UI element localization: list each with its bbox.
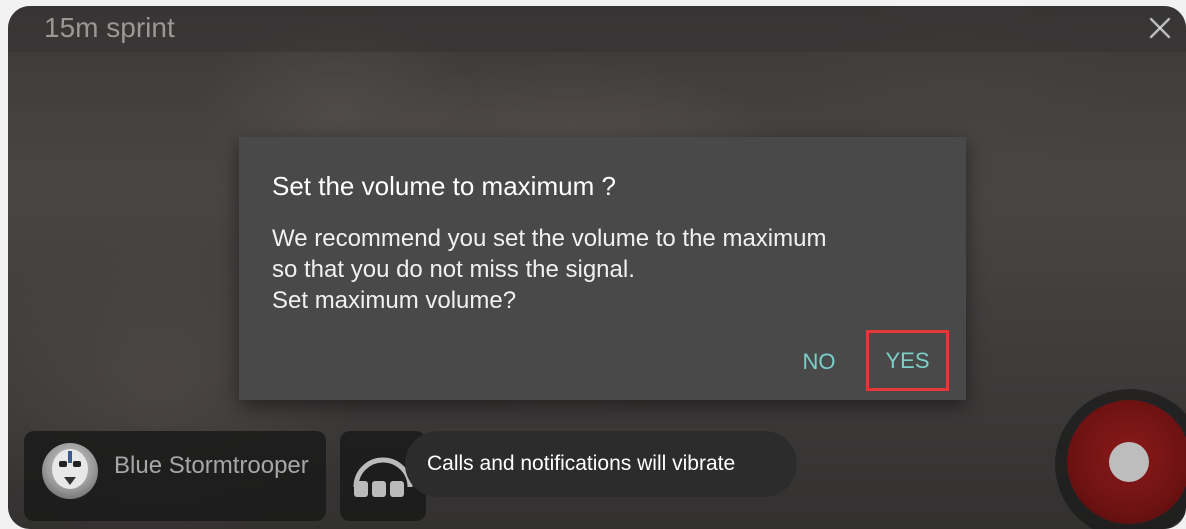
dialog-message: We recommend you set the volume to the m… bbox=[272, 223, 952, 316]
top-bar: 15m sprint bbox=[8, 6, 1186, 52]
player-card[interactable]: Blue Stormtrooper bbox=[24, 431, 326, 521]
close-icon bbox=[1149, 17, 1171, 39]
page-title: 15m sprint bbox=[44, 12, 175, 43]
close-button[interactable] bbox=[1144, 12, 1176, 44]
toast-text: Calls and notifications will vibrate bbox=[427, 452, 736, 475]
dialog-message-line: We recommend you set the volume to the m… bbox=[272, 225, 827, 252]
avatar-image bbox=[52, 449, 88, 489]
app-window: 15m sprint Blue Stormtrooper Calls and n… bbox=[8, 6, 1186, 529]
yes-button[interactable]: YES bbox=[866, 330, 949, 391]
record-icon bbox=[1109, 442, 1149, 482]
player-name: Blue Stormtrooper bbox=[114, 452, 309, 479]
record-button[interactable] bbox=[1067, 400, 1186, 524]
volume-dialog: Set the volume to maximum ? We recommend… bbox=[239, 137, 966, 400]
no-button[interactable]: NO bbox=[791, 345, 847, 379]
stormtrooper-avatar bbox=[42, 443, 98, 499]
dialog-title: Set the volume to maximum ? bbox=[272, 171, 616, 201]
vibrate-toast: Calls and notifications will vibrate bbox=[405, 431, 797, 497]
dialog-message-line: Set maximum volume? bbox=[272, 287, 517, 314]
dialog-message-line: so that you do not miss the signal. bbox=[272, 256, 635, 283]
